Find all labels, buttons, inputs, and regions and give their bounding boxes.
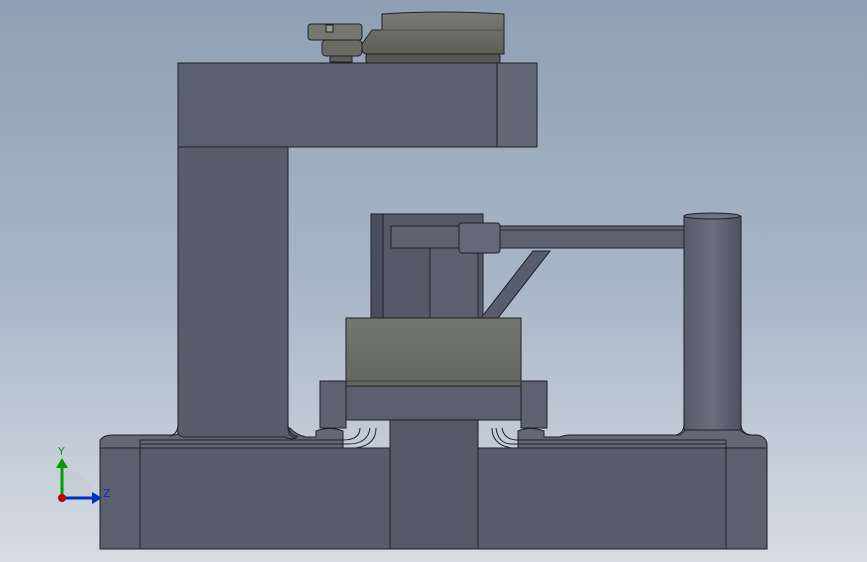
motor-base-flange <box>365 53 501 64</box>
triad-x-axis-dot <box>58 494 66 502</box>
motor-end-cap <box>307 23 363 41</box>
top-arm-end <box>496 62 538 148</box>
right-post[interactable] <box>675 212 751 436</box>
cad-graphics-viewport[interactable]: Y Z <box>0 0 867 562</box>
triad-quadrant <box>62 468 92 498</box>
pedestal-left-ear <box>319 380 347 429</box>
triad-y-label: Y <box>57 445 65 458</box>
spindle-post <box>429 244 479 320</box>
motor-shaft-nub <box>329 55 353 63</box>
motor-shaft-collar <box>321 39 363 57</box>
machine-model[interactable]: Y Z <box>0 0 867 562</box>
motor-keyway <box>325 24 334 33</box>
spindle-housing-side <box>370 213 384 320</box>
motor-assembly[interactable] <box>307 11 505 64</box>
pedestal-body <box>345 385 522 421</box>
base-front-right <box>477 447 727 550</box>
right-post-body <box>683 215 742 431</box>
pedestal-right-ear <box>520 380 548 429</box>
right-post-top <box>683 212 741 220</box>
base-right-face <box>725 447 768 550</box>
column-left <box>177 146 298 440</box>
work-block <box>345 317 522 387</box>
side-arm-bar <box>390 225 687 249</box>
triad-z-label: Z <box>103 487 111 500</box>
triad-y-arrow <box>56 458 68 468</box>
base-plate[interactable] <box>99 419 768 550</box>
base-front-left <box>139 447 391 550</box>
base-center-boss <box>389 419 479 550</box>
base-top-lip-right <box>517 427 768 449</box>
side-arm-clamp <box>458 222 501 254</box>
top-arm-front <box>177 62 498 148</box>
side-arm-brace <box>479 250 552 319</box>
motor-housing <box>361 11 505 55</box>
